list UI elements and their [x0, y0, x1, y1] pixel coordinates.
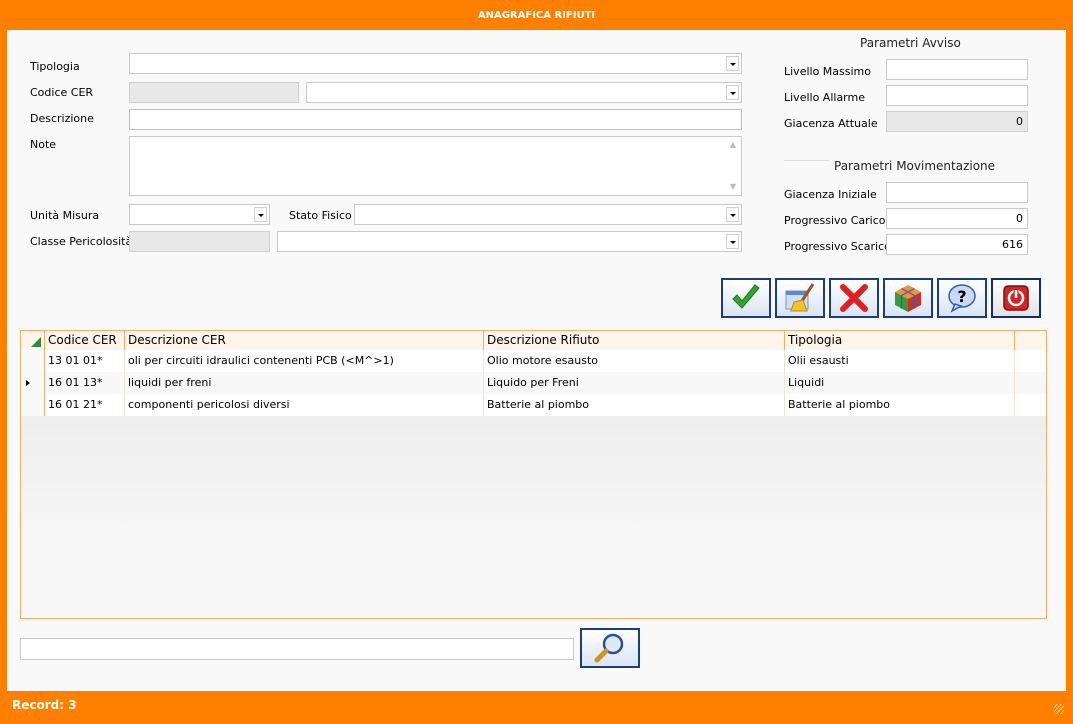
cell-tipologia[interactable]: Liquidi: [785, 372, 1015, 394]
tipologia-combo[interactable]: [129, 53, 742, 74]
descrizione-input[interactable]: [129, 109, 742, 130]
cube-button[interactable]: [883, 278, 933, 318]
scroll-down-icon[interactable]: ▼: [726, 180, 740, 194]
chevron-down-icon[interactable]: [254, 207, 267, 222]
chevron-down-icon[interactable]: [726, 85, 739, 100]
note-textarea[interactable]: ▲ ▼: [129, 136, 742, 196]
giacenza-iniziale-input[interactable]: [886, 182, 1028, 203]
livello-allarme-label: Livello Allarme: [784, 91, 865, 104]
classe-pericolosita-combo[interactable]: [277, 231, 742, 252]
note-label: Note: [30, 138, 57, 151]
cell-tipologia[interactable]: Olii esausti: [785, 350, 1015, 372]
cube-icon: [895, 285, 921, 312]
scroll-up-icon[interactable]: ▲: [726, 138, 740, 152]
classe-pericolosita-label: Classe Pericolosità: [30, 235, 133, 248]
table-row[interactable]: 16 01 13* liquidi per freni Liquido per …: [21, 372, 1046, 394]
row-selector[interactable]: [21, 350, 45, 372]
cell-descrizione-rifiuto[interactable]: Olio motore esausto: [484, 350, 785, 372]
exit-button[interactable]: [991, 278, 1041, 318]
classe-pericolosita-field: [129, 231, 270, 252]
livello-massimo-label: Livello Massimo: [784, 65, 871, 78]
grid-header: Codice CER Descrizione CER Descrizione R…: [21, 331, 1046, 351]
column-header-descrizione-rifiuto[interactable]: Descrizione Rifiuto: [484, 331, 785, 350]
confirm-button[interactable]: [721, 278, 771, 318]
cell-descrizione-rifiuto[interactable]: Liquido per Freni: [484, 372, 785, 394]
window-title: ANAGRAFICA RIFIUTI: [0, 0, 1073, 30]
confirm-icon: [732, 284, 760, 309]
help-icon: ?: [948, 284, 976, 313]
record-count: Record: 3: [12, 698, 77, 712]
cell-descrizione-cer[interactable]: liquidi per freni: [125, 372, 484, 394]
column-header-descrizione-cer[interactable]: Descrizione CER: [125, 331, 484, 350]
parametri-avviso-title: Parametri Avviso: [860, 36, 961, 50]
cell-tipologia[interactable]: Batterie al piombo: [785, 394, 1015, 416]
codice-cer-label: Codice CER: [30, 86, 94, 99]
table-row[interactable]: 16 01 21* componenti pericolosi diversi …: [21, 394, 1046, 416]
cell-codice-cer[interactable]: 16 01 21*: [45, 394, 125, 416]
stato-fisico-label: Stato Fisico: [289, 209, 352, 222]
note-scrollbar[interactable]: ▲ ▼: [726, 138, 740, 194]
progressivo-carico-input[interactable]: 0: [886, 208, 1028, 229]
unita-misura-combo[interactable]: [129, 204, 270, 225]
search-icon: [594, 633, 624, 663]
codice-cer-field: [129, 82, 299, 103]
resize-grip-icon[interactable]: [1054, 704, 1064, 714]
status-bar: Record: 3: [7, 694, 1066, 716]
current-row-pointer-icon: [26, 380, 30, 386]
giacenza-attuale-value: 0: [886, 111, 1028, 132]
cell-descrizione-cer[interactable]: componenti pericolosi diversi: [125, 394, 484, 416]
chevron-down-icon[interactable]: [726, 234, 739, 249]
column-header-codice-cer[interactable]: Codice CER: [45, 331, 125, 350]
row-selector[interactable]: [21, 372, 45, 394]
progressivo-carico-label: Progressivo Carico: [784, 214, 886, 227]
stato-fisico-combo[interactable]: [354, 204, 742, 225]
chevron-down-icon[interactable]: [726, 56, 739, 71]
cell-codice-cer[interactable]: 16 01 13*: [45, 372, 125, 394]
giacenza-iniziale-label: Giacenza Iniziale: [784, 188, 877, 201]
grid-corner[interactable]: [21, 331, 45, 350]
descrizione-label: Descrizione: [30, 112, 94, 125]
search-button[interactable]: [580, 628, 640, 668]
progressivo-scarico-input[interactable]: 616: [886, 234, 1028, 255]
section-separator: [784, 160, 829, 161]
column-header-tipologia[interactable]: Tipologia: [785, 331, 1015, 350]
svg-text:?: ?: [957, 287, 966, 306]
rifiuti-grid[interactable]: Codice CER Descrizione CER Descrizione R…: [20, 330, 1047, 619]
row-selector[interactable]: [21, 394, 45, 416]
giacenza-attuale-label: Giacenza Attuale: [784, 117, 878, 130]
table-row[interactable]: 13 01 01* oli per circuiti idraulici con…: [21, 350, 1046, 372]
cell-codice-cer[interactable]: 13 01 01*: [45, 350, 125, 372]
search-input[interactable]: [20, 638, 574, 660]
tipologia-label: Tipologia: [30, 60, 80, 73]
unita-misura-label: Unità Misura: [30, 209, 100, 222]
main-form: Tipologia Codice CER Descrizione Note Un…: [7, 30, 1066, 691]
chevron-down-icon[interactable]: [726, 207, 739, 222]
clean-icon: [785, 283, 815, 312]
cell-descrizione-rifiuto[interactable]: Batterie al piombo: [484, 394, 785, 416]
cell-descrizione-cer[interactable]: oli per circuiti idraulici contenenti PC…: [125, 350, 484, 372]
help-button[interactable]: ?: [937, 278, 987, 318]
delete-icon: [840, 284, 868, 312]
delete-button[interactable]: [829, 278, 879, 318]
clean-button[interactable]: [775, 278, 825, 318]
livello-allarme-input[interactable]: [886, 85, 1028, 106]
parametri-movimentazione-title: Parametri Movimentazione: [834, 159, 996, 173]
progressivo-scarico-label: Progressivo Scarico: [784, 240, 891, 253]
exit-icon: [1003, 285, 1029, 311]
codice-cer-combo[interactable]: [306, 82, 742, 103]
livello-massimo-input[interactable]: [886, 59, 1028, 80]
